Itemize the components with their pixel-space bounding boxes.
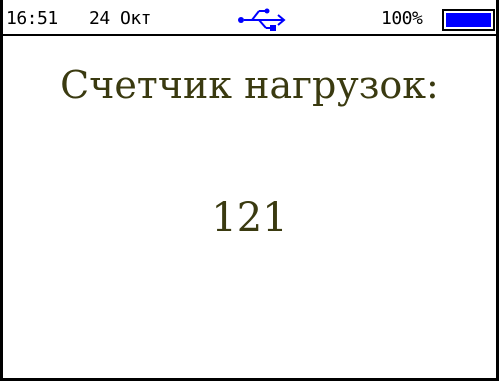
clock-time: 16:51 [6, 8, 58, 29]
battery-icon [442, 9, 495, 31]
device-screen: 16:51 24 Окт 100% Счетчик нагрузок: 121 [0, 0, 499, 381]
battery-percent: 100% [381, 8, 423, 29]
load-counter-value: 121 [211, 195, 288, 241]
usb-icon [237, 8, 289, 32]
load-counter-title: Счетчик нагрузок: [60, 63, 439, 107]
status-bar: 16:51 24 Окт 100% [3, 0, 496, 36]
battery-level-fill [446, 13, 491, 27]
clock-date: 24 Окт [89, 8, 152, 29]
